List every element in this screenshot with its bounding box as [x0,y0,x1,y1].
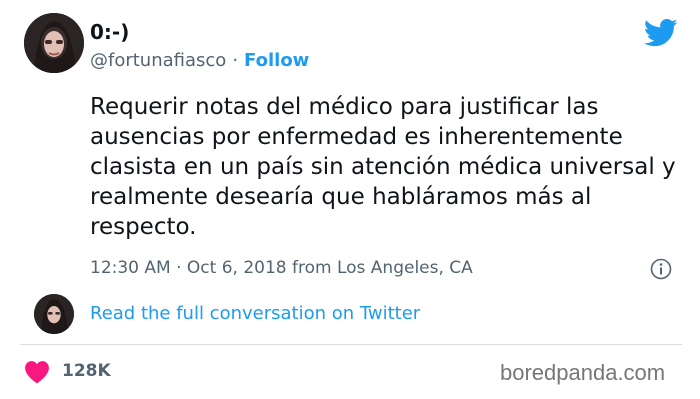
handle-separator: · [232,50,239,71]
twitter-bird-icon[interactable] [644,18,678,48]
tweet-timestamp[interactable]: 12:30 AM · Oct 6, 2018 from Los Angeles,… [90,258,473,278]
conversation-avatar [34,294,74,334]
read-conversation-link[interactable]: Read the full conversation on Twitter [90,303,420,324]
info-icon[interactable] [650,258,672,280]
like-count: 128K [62,361,111,381]
author-handle[interactable]: @fortunafiasco [90,50,226,71]
author-handle-line: @fortunafiasco · Follow [90,50,309,71]
tweet-text: Requerir notas del médico para justifica… [90,94,676,240]
watermark: boredpanda.com [500,360,666,385]
heart-icon[interactable] [24,360,50,384]
author-avatar[interactable] [24,13,84,73]
divider [20,344,682,345]
follow-button[interactable]: Follow [244,50,309,71]
author-display-name[interactable]: 0:-) [90,20,129,44]
